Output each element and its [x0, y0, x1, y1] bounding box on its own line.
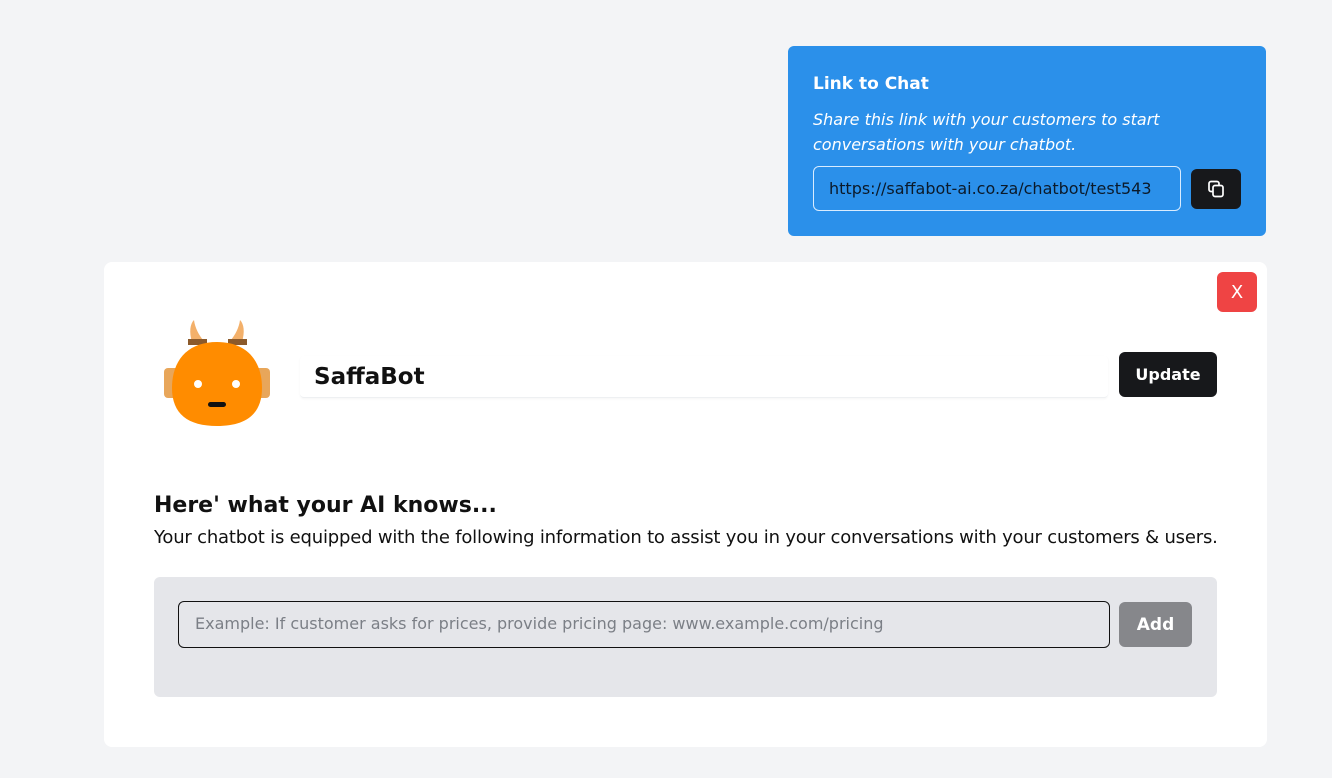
add-button[interactable]: Add [1119, 602, 1192, 647]
copy-link-button[interactable] [1191, 169, 1241, 209]
link-to-chat-card: Link to Chat Share this link with your c… [788, 46, 1266, 236]
chat-link-field[interactable]: https://saffabot-ai.co.za/chatbot/test54… [813, 166, 1181, 211]
bot-name-input[interactable]: SaffaBot [300, 356, 1108, 398]
knowledge-heading: Here' what your AI knows... [154, 493, 497, 518]
knowledge-panel: Example: If customer asks for prices, pr… [154, 577, 1217, 697]
robot-avatar-icon [164, 320, 270, 426]
link-card-description: Share this link with your customers to s… [813, 110, 1160, 154]
knowledge-input[interactable]: Example: If customer asks for prices, pr… [178, 601, 1110, 648]
knowledge-description: Your chatbot is equipped with the follow… [154, 527, 1218, 548]
chatbot-settings-card: X SaffaBot Update Here' what your AI kno… [104, 262, 1267, 747]
page: Link to Chat Share this link with your c… [0, 0, 1332, 778]
link-card-title: Link to Chat [813, 74, 929, 94]
copy-icon [1208, 180, 1224, 198]
close-button[interactable]: X [1217, 272, 1257, 312]
link-row: https://saffabot-ai.co.za/chatbot/test54… [813, 166, 1241, 211]
update-button[interactable]: Update [1119, 352, 1217, 397]
